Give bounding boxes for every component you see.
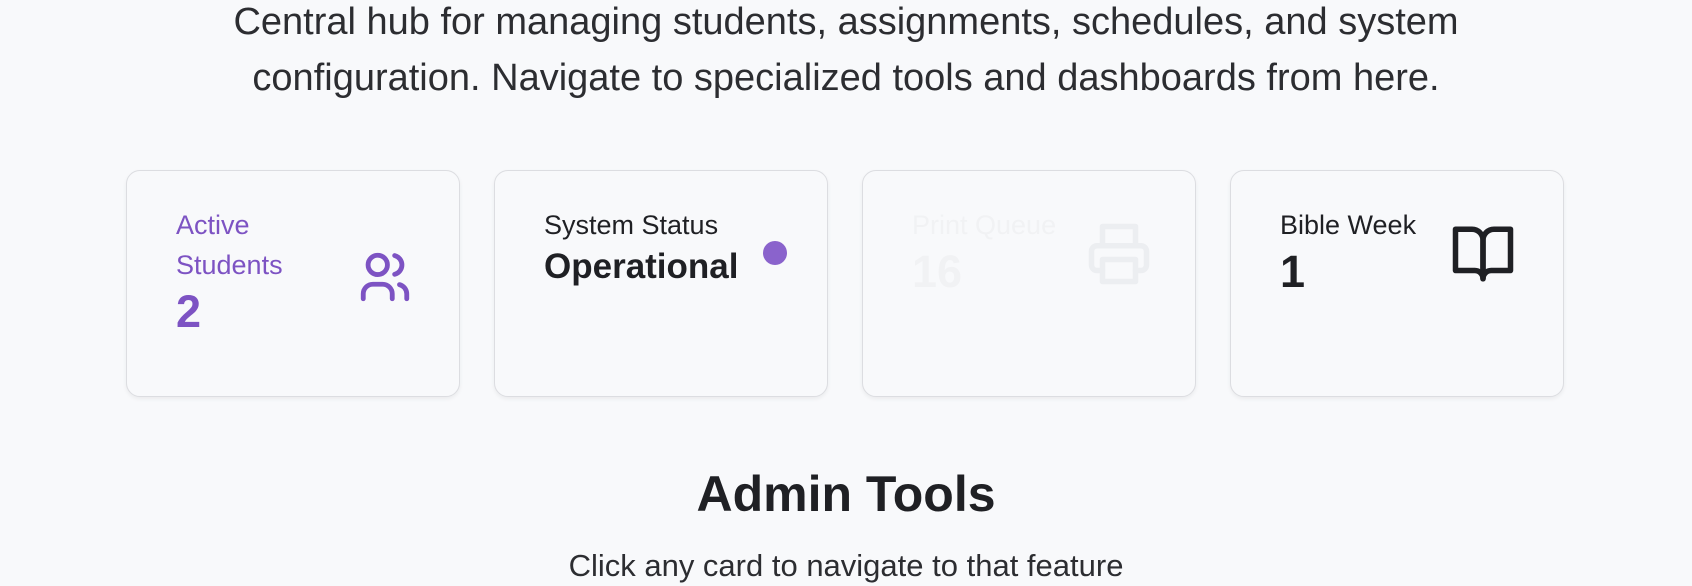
print-queue-value: 16 (912, 246, 963, 297)
printer-icon (1086, 221, 1152, 287)
system-status-value: Operational (544, 247, 739, 286)
description-line-2: configuration. Navigate to specialized t… (252, 57, 1440, 99)
active-students-value: 2 (176, 286, 202, 337)
bible-week-value: 1 (1280, 246, 1306, 297)
admin-dashboard: Central hub for managing students, assig… (0, 0, 1692, 586)
print-queue-label: Print Queue (912, 210, 1057, 240)
description-line-1: Central hub for managing students, assig… (233, 1, 1459, 43)
bible-week-text: Bible Week 1 (1280, 205, 1450, 299)
bible-week-card[interactable]: Bible Week 1 (1230, 170, 1564, 397)
admin-tools-subtitle: Click any card to navigate to that featu… (568, 548, 1124, 583)
stats-row: Active Students 2 System Status Operatio… (126, 170, 1565, 397)
active-students-label: Active Students (176, 210, 283, 280)
book-open-icon (1450, 221, 1516, 287)
bible-week-label: Bible Week (1280, 210, 1417, 240)
print-queue-text: Print Queue 16 (912, 205, 1082, 299)
system-status-card[interactable]: System Status Operational (494, 170, 828, 397)
status-indicator-dot (763, 241, 787, 265)
page-description: Central hub for managing students, assig… (0, 0, 1692, 106)
admin-tools-heading: Admin Tools (696, 466, 996, 522)
print-queue-card[interactable]: Print Queue 16 (862, 170, 1196, 397)
system-status-text: System Status Operational (544, 205, 764, 289)
users-icon (356, 248, 414, 306)
system-status-label: System Status (544, 210, 719, 240)
active-students-card[interactable]: Active Students 2 (126, 170, 460, 397)
active-students-text: Active Students 2 (176, 205, 326, 339)
